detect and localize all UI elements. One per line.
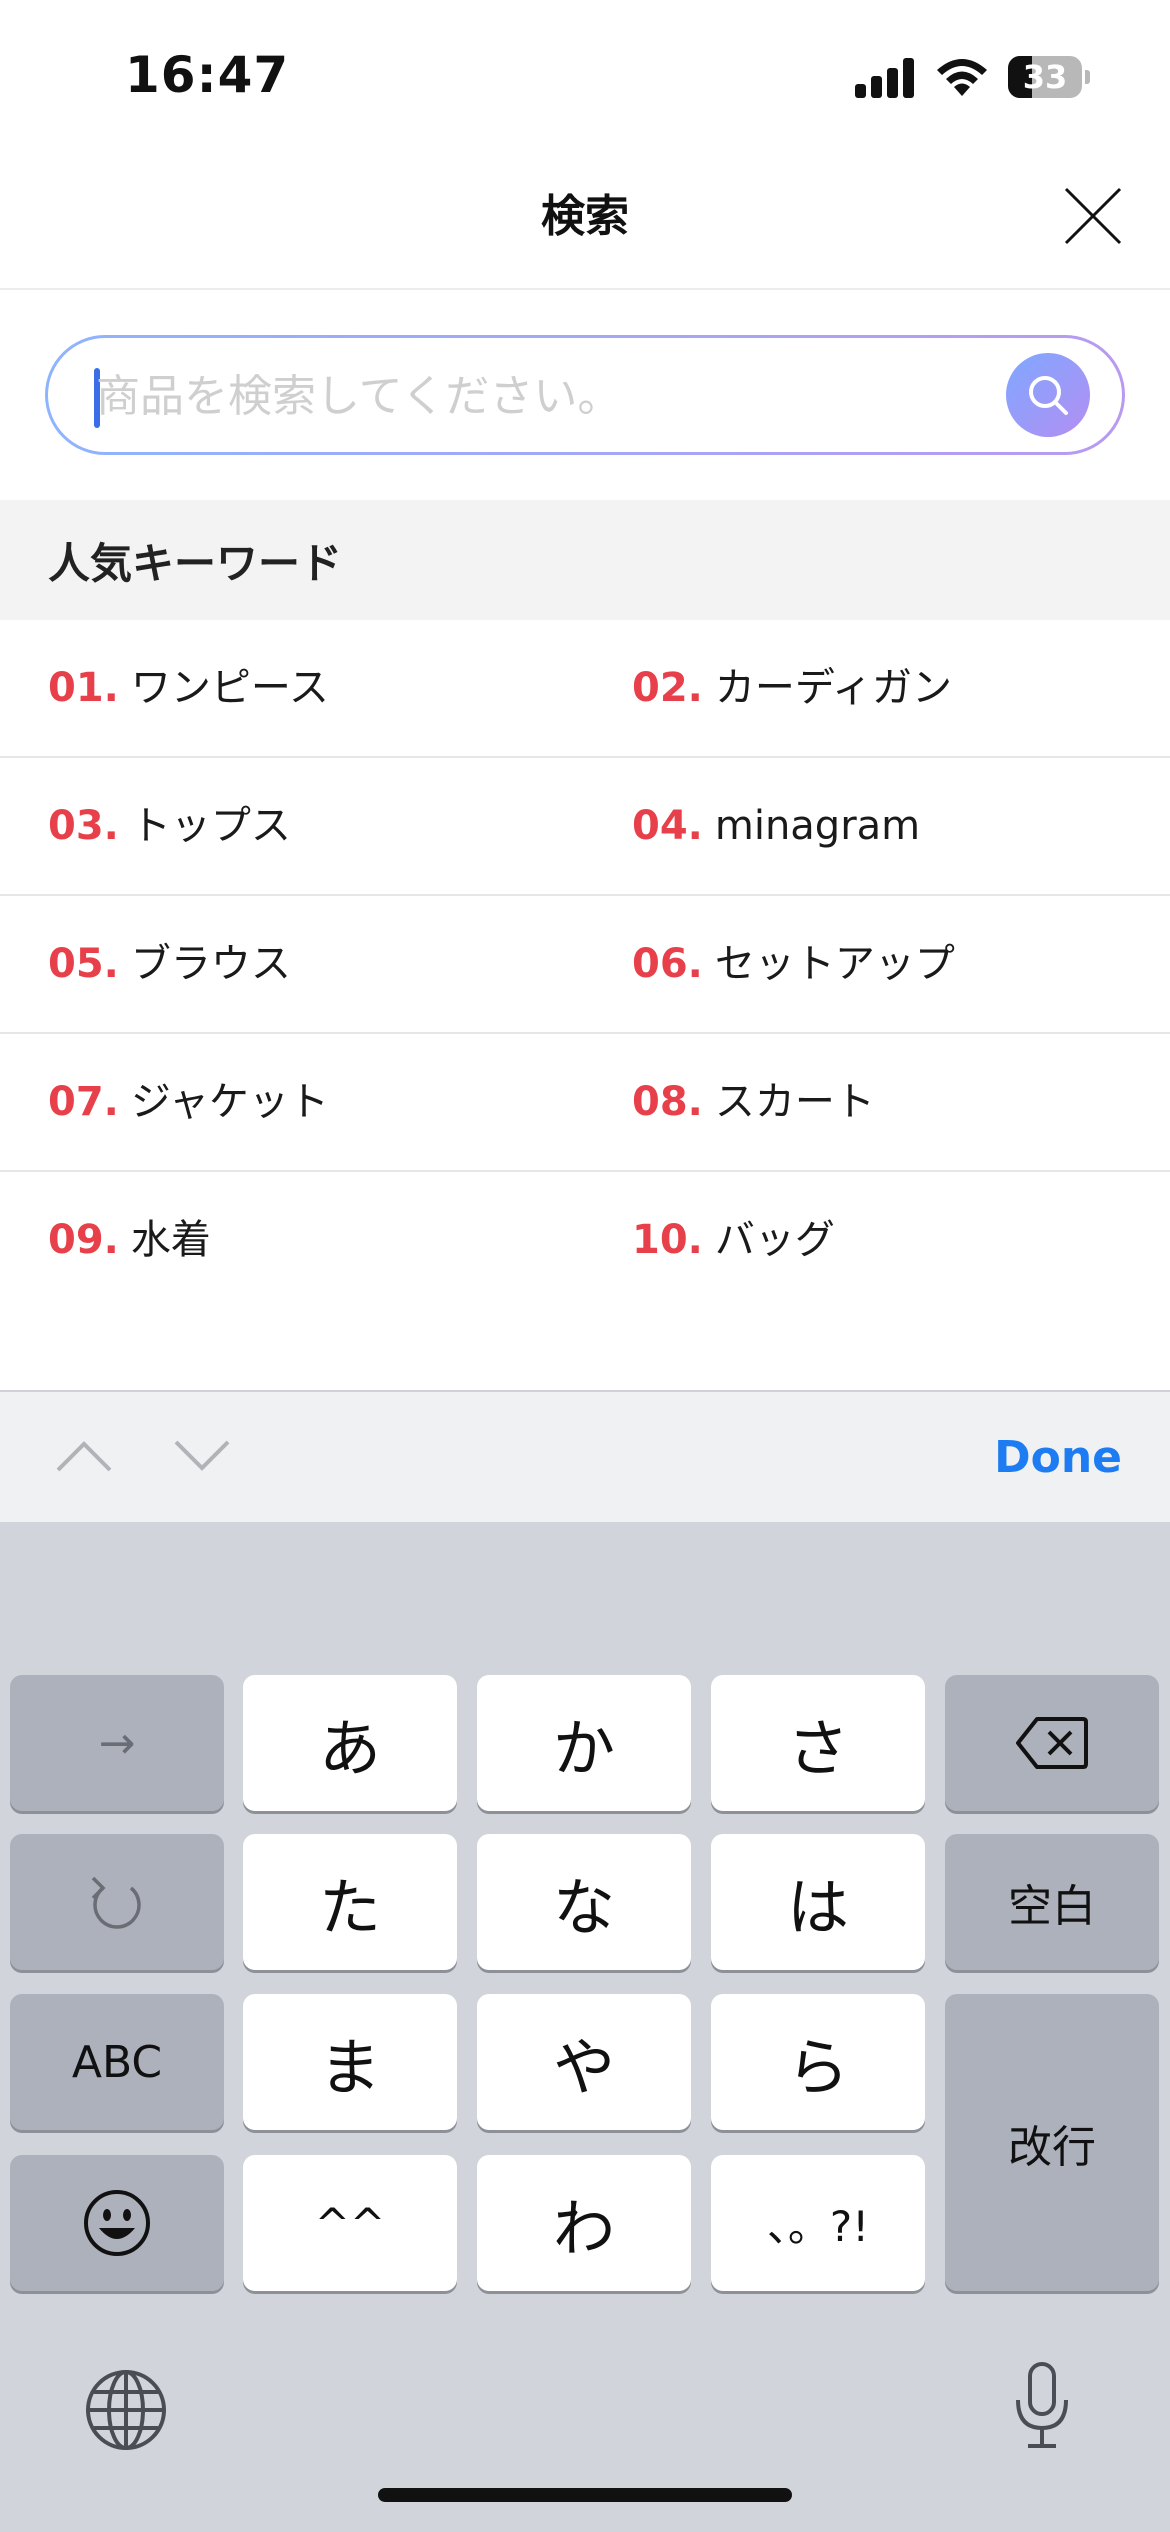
- keyword-item[interactable]: 07. ジャケット: [48, 1034, 329, 1170]
- keyword-row: 07. ジャケット 08. スカート: [0, 1034, 1170, 1172]
- keyword-rank: 06.: [632, 941, 703, 987]
- keyword-rank: 07.: [48, 1079, 119, 1125]
- keyword-row: 09. 水着 10. バッグ: [0, 1172, 1170, 1310]
- keyword-text: カーディガン: [714, 665, 953, 711]
- page-title: 検索: [541, 191, 629, 242]
- keyword-item[interactable]: 05. ブラウス: [48, 896, 291, 1032]
- keyword-rank: 03.: [48, 803, 119, 849]
- keyword-rank: 02.: [632, 665, 703, 711]
- key-next-arrow[interactable]: →: [10, 1675, 224, 1811]
- keyword-text: ジャケット: [130, 1079, 329, 1125]
- keyword-rank: 04.: [632, 803, 703, 849]
- keyword-text: セットアップ: [714, 941, 955, 987]
- section-title: 人気キーワード: [48, 539, 343, 588]
- backspace-icon: [1016, 1717, 1088, 1769]
- japanese-keyboard: → あ か さ た な は 空白 ABC ま や ら ^^ わ 、。?! 改行: [0, 1522, 1170, 2532]
- close-icon[interactable]: [1062, 185, 1124, 247]
- keyword-text: 水着: [130, 1217, 211, 1263]
- header: 検索: [0, 150, 1170, 290]
- keyword-rank: 01.: [48, 665, 119, 711]
- search-field-container: [48, 338, 1122, 452]
- home-indicator: [378, 2488, 792, 2502]
- keyword-rank: 10.: [632, 1217, 703, 1263]
- keyboard-accessory-bar: Done: [0, 1390, 1170, 1522]
- search-bar: [45, 335, 1125, 455]
- key-wa[interactable]: わ: [477, 2155, 691, 2291]
- search-icon: [1029, 376, 1068, 415]
- keyword-item[interactable]: 03. トップス: [48, 758, 291, 894]
- key-ma[interactable]: ま: [243, 1994, 457, 2130]
- keyword-text: ブラウス: [130, 941, 291, 987]
- battery-icon: 33: [1008, 56, 1090, 98]
- key-space[interactable]: 空白: [945, 1834, 1159, 1970]
- keyword-text: スカート: [714, 1079, 875, 1125]
- keyword-row: 05. ブラウス 06. セットアップ: [0, 896, 1170, 1034]
- search-input[interactable]: [96, 356, 976, 436]
- emoji-icon: [84, 2190, 150, 2256]
- key-undo[interactable]: [10, 1834, 224, 1970]
- key-na[interactable]: な: [477, 1834, 691, 1970]
- globe-icon[interactable]: [84, 2368, 168, 2452]
- chevron-down-icon[interactable]: [170, 1432, 234, 1480]
- keyword-row: 03. トップス 04. minagram: [0, 758, 1170, 896]
- keyword-rank: 08.: [632, 1079, 703, 1125]
- keyword-item[interactable]: 08. スカート: [632, 1034, 875, 1170]
- popular-keywords-header: 人気キーワード: [0, 500, 1170, 620]
- keyword-item[interactable]: 02. カーディガン: [632, 620, 952, 756]
- cellular-signal-icon: [855, 58, 915, 98]
- keyword-item[interactable]: 10. バッグ: [632, 1172, 835, 1308]
- battery-level: 33: [1022, 58, 1068, 96]
- keyword-item[interactable]: 01. ワンピース: [48, 620, 329, 756]
- microphone-icon[interactable]: [1010, 2360, 1074, 2452]
- key-ra[interactable]: ら: [711, 1994, 925, 2130]
- key-sa[interactable]: さ: [711, 1675, 925, 1811]
- key-a[interactable]: あ: [243, 1675, 457, 1811]
- keyword-item[interactable]: 06. セットアップ: [632, 896, 955, 1032]
- popular-keywords-list: 01. ワンピース 02. カーディガン 03. トップス 04. minagram 0…: [0, 620, 1170, 1310]
- wifi-icon: [937, 59, 987, 96]
- chevron-up-icon[interactable]: [52, 1432, 116, 1480]
- key-kaomoji[interactable]: ^^: [243, 2155, 457, 2291]
- key-punctuation[interactable]: 、。?!: [711, 2155, 925, 2291]
- search-screen: 16:47 33 検索 商品を検索してください。 人気キーワード 01. ワンピ…: [0, 0, 1170, 2532]
- status-bar: 16:47 33: [0, 0, 1170, 150]
- search-button[interactable]: [1006, 353, 1090, 437]
- keyword-text: トップス: [130, 803, 291, 849]
- undo-icon: [91, 1876, 141, 1929]
- keyword-item[interactable]: 04. minagram: [632, 758, 920, 894]
- status-time: 16:47: [125, 46, 290, 104]
- done-button[interactable]: Done: [994, 1432, 1122, 1483]
- key-emoji[interactable]: [10, 2155, 224, 2291]
- keyword-item[interactable]: 09. 水着: [48, 1172, 211, 1308]
- key-ha[interactable]: は: [711, 1834, 925, 1970]
- key-ka[interactable]: か: [477, 1675, 691, 1811]
- key-backspace[interactable]: [945, 1675, 1159, 1811]
- key-ya[interactable]: や: [477, 1994, 691, 2130]
- keyword-rank: 05.: [48, 941, 119, 987]
- keyword-text: minagram: [714, 803, 921, 849]
- keyword-rank: 09.: [48, 1217, 119, 1263]
- keyword-text: バッグ: [714, 1217, 835, 1263]
- key-abc[interactable]: ABC: [10, 1994, 224, 2130]
- keyword-row: 01. ワンピース 02. カーディガン: [0, 620, 1170, 758]
- key-return[interactable]: 改行: [945, 1994, 1159, 2291]
- keyword-text: ワンピース: [130, 665, 329, 711]
- key-ta[interactable]: た: [243, 1834, 457, 1970]
